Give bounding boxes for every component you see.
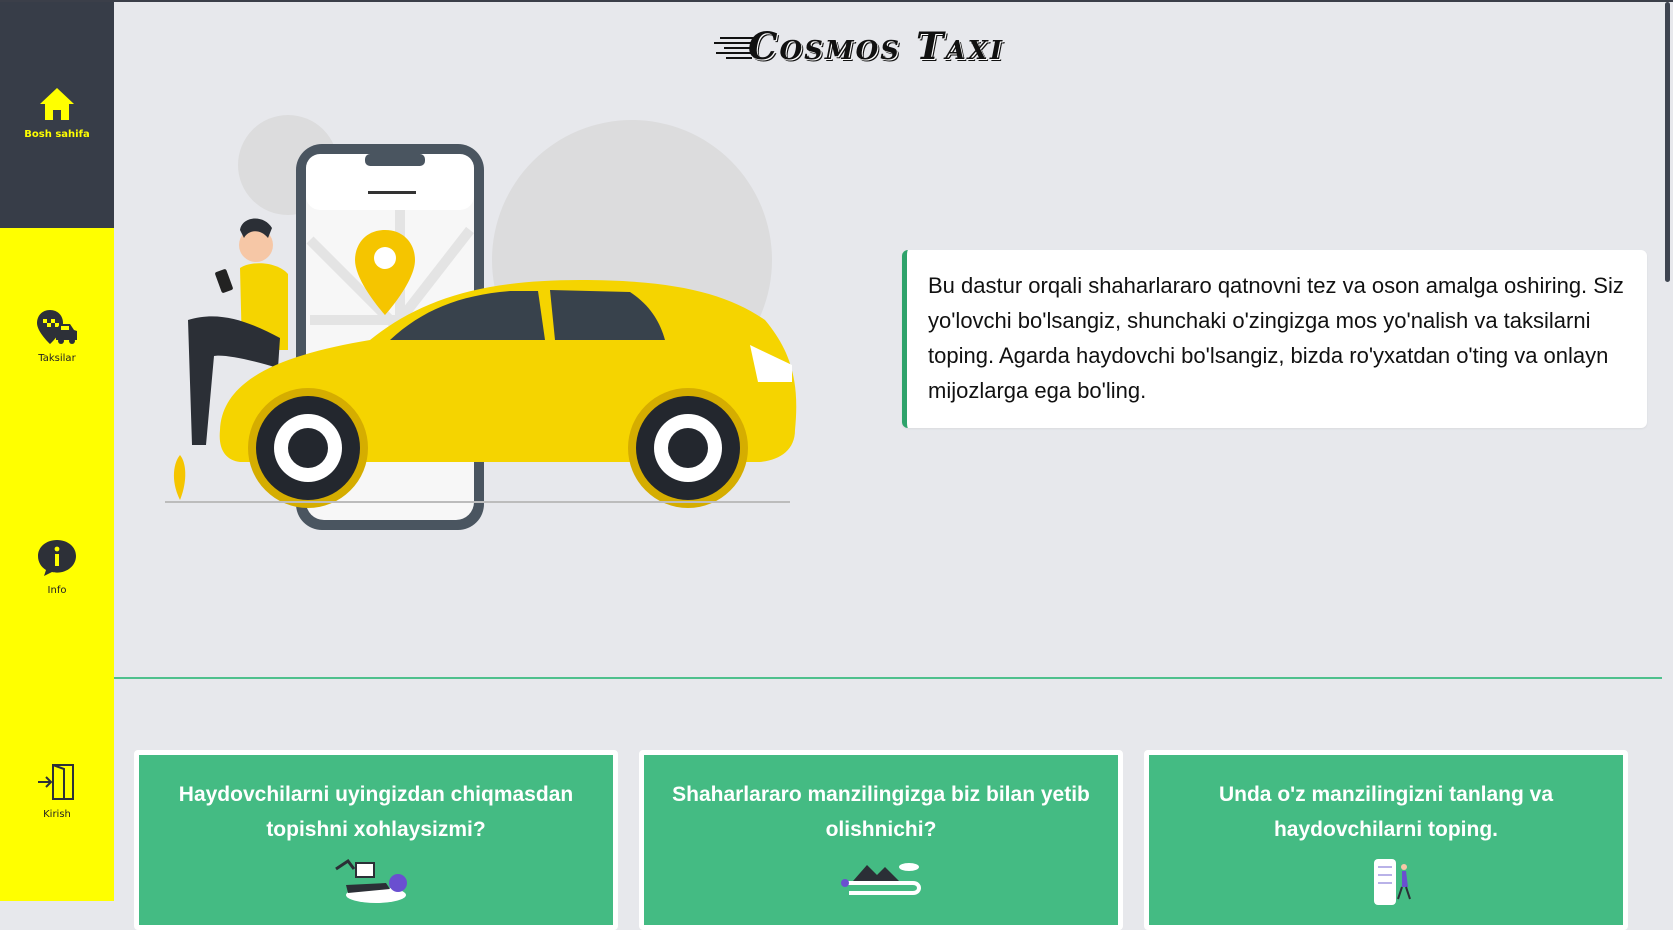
description-text: Bu dastur orqali shaharlararo qatnovni t… xyxy=(928,273,1624,403)
feature-card-find-drivers[interactable]: Haydovchilarni uyingizdan chiqmasdan top… xyxy=(134,750,618,930)
sidebar-item-home[interactable]: Bosh sahifa xyxy=(0,2,114,228)
sidebar-item-label: Kirish xyxy=(43,809,71,820)
brand-logo[interactable]: Cosmos Taxi xyxy=(712,24,1057,70)
home-icon xyxy=(38,86,76,126)
hero-illustration xyxy=(160,110,860,540)
feature-card-title: Shaharlararo manzilingizga biz bilan yet… xyxy=(672,783,1090,841)
logo-text: Cosmos Taxi xyxy=(748,24,1005,68)
feature-card-title: Unda o'z manzilingizni tanlang va haydov… xyxy=(1218,783,1554,841)
sidebar-item-info[interactable]: Info xyxy=(0,538,114,596)
sidebar: Bosh sahifa Taksilar Info Kirish xyxy=(0,2,114,901)
sidebar-item-taxis[interactable]: Taksilar xyxy=(0,308,114,364)
scrollbar-thumb[interactable] xyxy=(1665,2,1670,282)
feature-card-title: Haydovchilarni uyingizdan chiqmasdan top… xyxy=(178,783,574,841)
description-card: Bu dastur orqali shaharlararo qatnovni t… xyxy=(902,250,1647,428)
sidebar-item-label: Bosh sahifa xyxy=(24,129,90,140)
relaxing-person-illustration xyxy=(326,855,426,905)
feature-card-choose-destination[interactable]: Unda o'z manzilingizni tanlang va haydov… xyxy=(1144,750,1628,930)
checklist-illustration xyxy=(1336,855,1436,905)
feature-card-intercity[interactable]: Shaharlararo manzilingizga biz bilan yet… xyxy=(639,750,1123,930)
top-border xyxy=(0,0,1673,2)
taxi-pin-icon xyxy=(36,308,78,350)
section-divider xyxy=(114,677,1664,679)
sidebar-item-login[interactable]: Kirish xyxy=(0,762,114,820)
route-map-illustration xyxy=(831,855,931,905)
sidebar-item-label: Taksilar xyxy=(38,353,76,364)
info-icon xyxy=(36,538,78,582)
sidebar-item-label: Info xyxy=(47,585,67,596)
page-scrollbar[interactable] xyxy=(1662,2,1673,901)
login-icon xyxy=(36,762,78,806)
